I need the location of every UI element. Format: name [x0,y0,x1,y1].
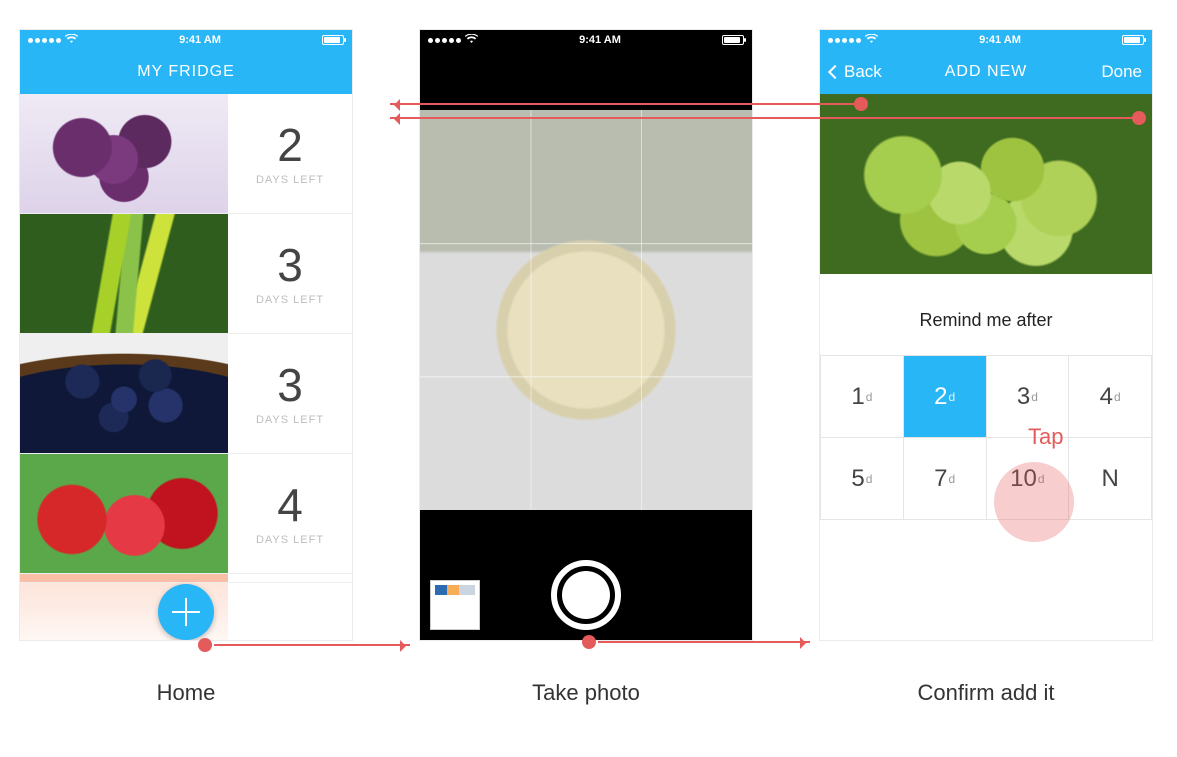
nav-bar-home: MY FRIDGE [20,50,352,94]
caption: Take photo [420,680,752,706]
status-time: 9:41 AM [979,34,1021,46]
days-number: 4 [277,482,303,528]
preview-photo [820,94,1152,274]
tap-annotation: Tap [1028,424,1063,450]
touch-indicator [582,635,596,649]
days-number: 2 [277,122,303,168]
day-number: N [1101,465,1118,493]
status-time: 9:41 AM [179,34,221,46]
bottom-bar [20,582,352,640]
camera-viewfinder [420,110,752,510]
list-item[interactable]: 3 DAYS LEFT [20,214,352,334]
camera-grid-overlay [420,110,752,510]
touch-indicator [854,97,868,111]
status-bar: 9:41 AM [820,30,1152,50]
back-button[interactable]: Back [820,50,892,94]
caption: Confirm add it [820,680,1152,706]
days-label: DAYS LEFT [256,294,324,306]
day-picker: 1d2d3d4d5d7d10dN [820,355,1152,520]
item-photo [20,94,228,213]
days-number: 3 [277,362,303,408]
nav-title: ADD NEW [945,63,1028,81]
screen-home: 9:41 AM MY FRIDGE 2 DAYS LEFT 3 DAYS LEF… [20,30,352,640]
item-photo [20,334,228,453]
status-time: 9:41 AM [579,34,621,46]
tap-highlight [994,462,1074,542]
list-item[interactable]: 4 DAYS LEFT [20,454,352,574]
signal-icon [828,38,861,43]
signal-icon [28,38,61,43]
battery-icon [1122,35,1144,45]
item-photo [20,214,228,333]
day-number: 1 [851,383,864,411]
day-number: 2 [934,383,947,411]
item-photo [20,454,228,573]
done-button[interactable]: Done [1091,50,1152,94]
wifi-icon [865,34,878,47]
screen-confirm: 9:41 AM Back ADD NEW Done Remind me afte… [820,30,1152,640]
days-label: DAYS LEFT [256,174,324,186]
status-bar: 9:41 AM [20,30,352,50]
add-button[interactable] [158,584,214,640]
shutter-button[interactable] [551,560,621,630]
day-unit: d [948,472,955,486]
day-unit: d [1031,390,1038,404]
day-number: 7 [934,465,947,493]
battery-icon [322,35,344,45]
day-unit: d [1114,390,1121,404]
nav-title: MY FRIDGE [137,63,235,81]
wifi-icon [465,34,478,47]
gallery-thumbnail[interactable] [430,580,480,630]
day-unit: d [866,390,873,404]
day-number: 5 [851,465,864,493]
touch-indicator [198,638,212,652]
day-option[interactable]: N [1069,438,1152,520]
battery-icon [722,35,744,45]
done-label: Done [1101,62,1142,82]
days-label: DAYS LEFT [256,414,324,426]
wifi-icon [65,34,78,47]
list-item[interactable]: 3 DAYS LEFT [20,334,352,454]
day-option[interactable]: 5d [821,438,904,520]
touch-indicator [1132,111,1146,125]
day-option[interactable]: 2d [904,356,987,438]
day-number: 3 [1017,383,1030,411]
chevron-left-icon [828,65,842,79]
signal-icon [428,38,461,43]
remind-label: Remind me after [820,310,1152,331]
flow-arrow [390,103,854,105]
day-option[interactable]: 4d [1069,356,1152,438]
nav-bar-confirm: Back ADD NEW Done [820,50,1152,94]
flow-arrow [214,644,410,646]
status-bar: 9:41 AM [420,30,752,50]
caption: Home [20,680,352,706]
flow-arrow [390,117,1132,119]
day-unit: d [866,472,873,486]
fridge-list[interactable]: 2 DAYS LEFT 3 DAYS LEFT 3 DAYS LEFT [20,94,352,640]
list-item[interactable]: 2 DAYS LEFT [20,94,352,214]
day-option[interactable]: 7d [904,438,987,520]
days-label: DAYS LEFT [256,534,324,546]
day-number: 4 [1100,383,1113,411]
day-unit: d [948,390,955,404]
screen-camera: 9:41 AM [420,30,752,640]
days-number: 3 [277,242,303,288]
back-label: Back [844,62,882,82]
flow-arrow [598,641,810,643]
day-option[interactable]: 1d [821,356,904,438]
